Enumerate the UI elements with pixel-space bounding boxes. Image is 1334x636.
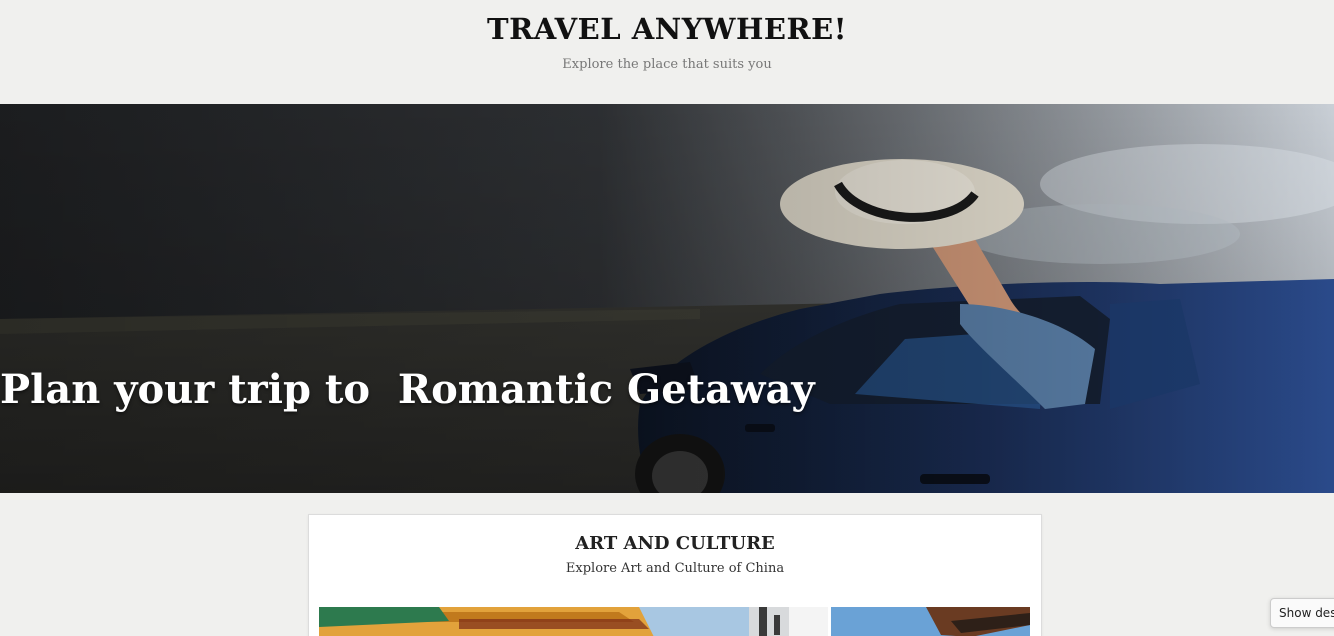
site-title: TRAVEL ANYWHERE! — [487, 12, 847, 46]
hero-banner: Plan your trip to Romantic Getaway — [0, 104, 1334, 493]
page: TRAVEL ANYWHERE! Explore the place that … — [0, 0, 1334, 636]
hero-heading: Plan your trip to Romantic Getaway — [0, 366, 815, 413]
site-header: TRAVEL ANYWHERE! Explore the place that … — [0, 0, 1334, 104]
destination-card[interactable]: ART AND CULTURE Explore Art and Culture … — [308, 514, 1042, 636]
show-desktop-button[interactable]: Show desktop — [1270, 598, 1334, 628]
pagoda-sky-photo[interactable] — [831, 607, 1030, 636]
card-title: ART AND CULTURE — [575, 533, 775, 554]
card-description: Explore Art and Culture of China — [565, 561, 785, 576]
site-subtitle: Explore the place that suits you — [562, 57, 772, 72]
temple-roof-photo[interactable] — [319, 607, 828, 636]
hero-image — [0, 104, 1334, 493]
